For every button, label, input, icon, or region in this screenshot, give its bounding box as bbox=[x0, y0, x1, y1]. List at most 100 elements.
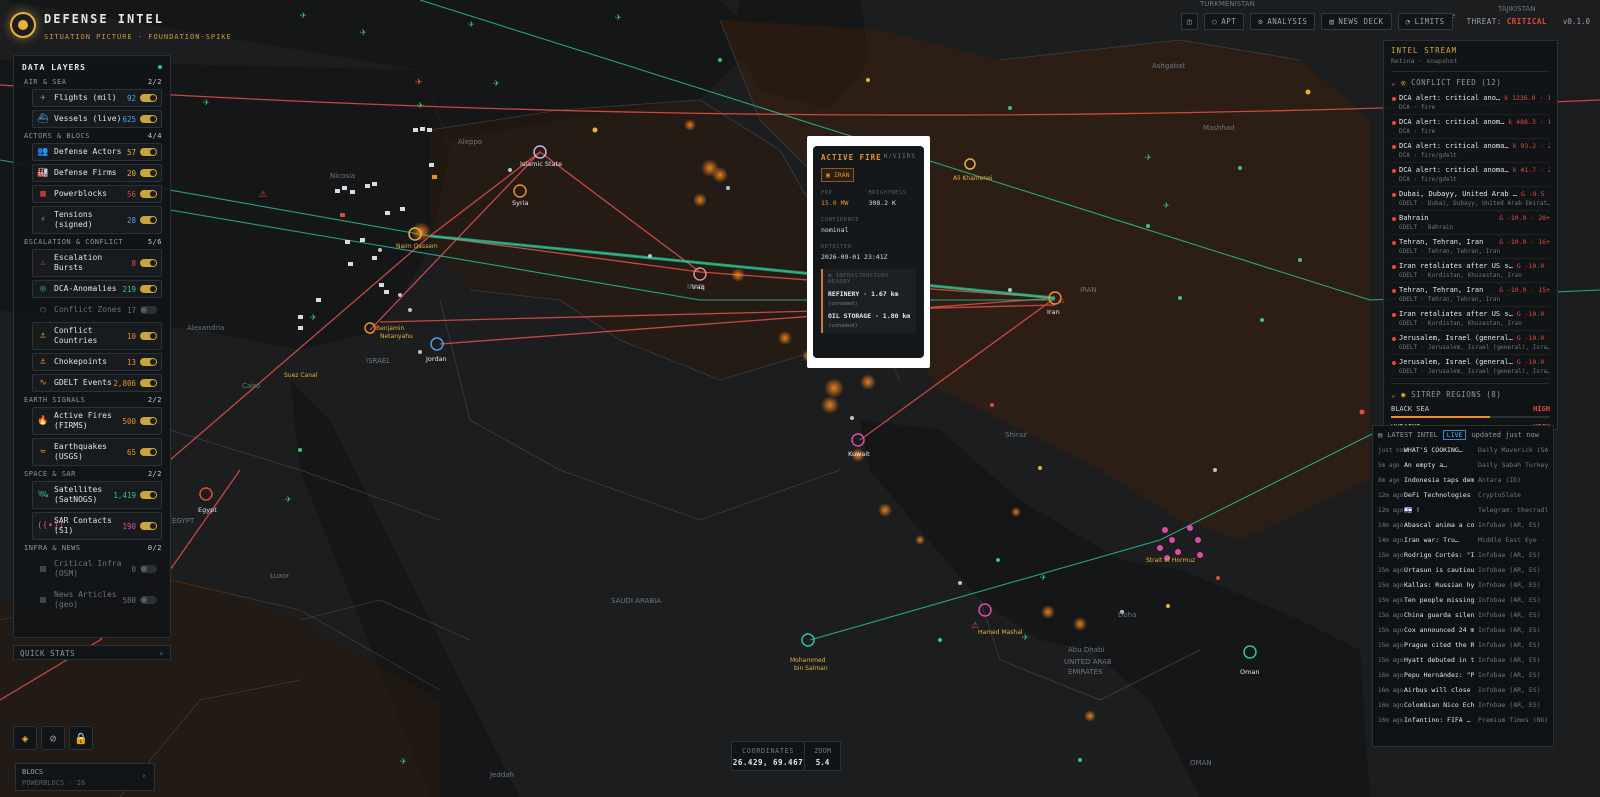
layer-item[interactable]: ◎ DCA-Anomalies 219 bbox=[32, 280, 162, 298]
news-item[interactable]: 15m ago Hyatt debuted in t… Infobae (AR, E… bbox=[1378, 653, 1548, 668]
layer-group-header[interactable]: EARTH SIGNALS 2/2 bbox=[24, 396, 162, 404]
layer-toggle[interactable] bbox=[140, 259, 157, 267]
apt-button[interactable]: ○ APT bbox=[1204, 13, 1245, 30]
news-item[interactable]: 16m ago Infantino: FIFA … Premium Times (N… bbox=[1378, 713, 1548, 728]
news-item[interactable]: 15m ago Rodrigo Cortés: "I… Infobae (AR, E… bbox=[1378, 548, 1548, 563]
map-canvas[interactable]: ✈✈✈✈✈✈✈✈✈✈✈✈✈✈ ✈⚠⚠⚠ IRANIRAQSAUDI ARABIA… bbox=[0, 0, 1600, 797]
layer-item[interactable]: ▤ News Articles (geo) 580 bbox=[32, 586, 162, 614]
layer-item[interactable]: 🛰 Satellites (SatNOGS) 1,419 bbox=[32, 481, 162, 509]
layer-item[interactable]: ≈ Earthquakes (USGS) 65 bbox=[32, 438, 162, 466]
layers-toggle-button[interactable]: ◈ bbox=[13, 726, 37, 750]
sitrep-level: HIGH bbox=[1533, 405, 1550, 413]
news-item[interactable]: 12m ago🇮🇱 ! Telegram: thecradlemedia · EA… bbox=[1378, 503, 1548, 518]
layer-toggle[interactable] bbox=[140, 565, 157, 573]
news-item[interactable]: 15m ago Cox announced 24 m… Infobae (AR, E… bbox=[1378, 623, 1548, 638]
news-item[interactable]: 14m agoIran war: Tru… Middle East Eye · I… bbox=[1378, 533, 1548, 548]
feed-item[interactable]: DCA alert: critical anoma…k 41.7 · 2 sig… bbox=[1391, 163, 1550, 187]
layer-group-header[interactable]: AIR & SEA 2/2 bbox=[24, 78, 162, 86]
layer-group-header[interactable]: ACTORS & BLOCS 4/4 bbox=[24, 132, 162, 140]
layer-toggle[interactable] bbox=[140, 417, 157, 425]
layer-toggle[interactable] bbox=[140, 216, 157, 224]
layer-toggle[interactable] bbox=[140, 332, 157, 340]
layer-group-header[interactable]: INFRA & NEWS 0/2 bbox=[24, 544, 162, 552]
news-item[interactable]: 15m ago China guarda silen… Infobae (AR, E… bbox=[1378, 608, 1548, 623]
lock-button[interactable]: 🔒 bbox=[69, 726, 93, 750]
layer-item[interactable]: ✈ Flights (mil) 92 bbox=[32, 89, 162, 107]
feed-item[interactable]: Jerusalem, Israel (general…G -10.0 · 11+… bbox=[1391, 355, 1550, 379]
feed-item[interactable]: Iran retaliates after US s…G -10.0 · 15+… bbox=[1391, 259, 1550, 283]
layer-toggle[interactable] bbox=[140, 358, 157, 366]
svg-text:Jeddah: Jeddah bbox=[489, 771, 514, 779]
layer-group-header[interactable]: ESCALATION & CONFLICT 5/6 bbox=[24, 238, 162, 246]
conflict-feed-header[interactable]: ⌄ ◎ CONFLICT FEED (12) bbox=[1391, 71, 1550, 91]
feed-item[interactable]: Tehran, Tehran, Iran G -10.0 · 15+ GDELT ·… bbox=[1391, 283, 1550, 307]
layer-toggle[interactable] bbox=[140, 169, 157, 177]
feed-item[interactable]: Iran retaliates after US s…G -10.0 · 12+… bbox=[1391, 307, 1550, 331]
layer-icon: 🏭 bbox=[37, 168, 49, 178]
analysis-button[interactable]: ⚙ ANALYSIS bbox=[1250, 13, 1316, 30]
layer-toggle[interactable] bbox=[140, 379, 157, 387]
news-item[interactable]: 16m ago Airbus will close … Infobae (AR, E… bbox=[1378, 683, 1548, 698]
news-item[interactable]: 15m ago Kallas: Russian hy… Infobae (AR, E… bbox=[1378, 578, 1548, 593]
news-item[interactable]: 15m ago Ten people missing… Infobae (AR, E… bbox=[1378, 593, 1548, 608]
news-deck-button[interactable]: ▤ NEWS DECK bbox=[1321, 13, 1392, 30]
layer-toggle[interactable] bbox=[140, 148, 157, 156]
compass-button[interactable]: ⊘ bbox=[41, 726, 65, 750]
lock-icon: 🔒 bbox=[74, 731, 88, 745]
svg-text:EGYPT: EGYPT bbox=[172, 517, 195, 525]
confidence-value: nominal bbox=[821, 226, 849, 234]
news-item[interactable]: 5m ago An empty a… Daily Sabah Turkey · SY… bbox=[1378, 458, 1548, 473]
layer-toggle[interactable] bbox=[140, 596, 157, 604]
layer-toggle[interactable] bbox=[140, 522, 157, 530]
layer-item[interactable]: ○ Conflict Zones 17 bbox=[32, 301, 162, 319]
layer-item[interactable]: ⚡ Tensions (signed) 28 bbox=[32, 206, 162, 234]
sitrep-item[interactable]: BLACK SEA HIGH bbox=[1391, 403, 1550, 418]
layer-toggle[interactable] bbox=[140, 190, 157, 198]
layer-name: Active Fires (FIRMS) bbox=[54, 411, 112, 430]
layer-item[interactable]: 👥 Defense Actors 57 bbox=[32, 143, 162, 161]
feed-item[interactable]: DCA alert: critical anom…k 488.3 · 1 sig… bbox=[1391, 115, 1550, 139]
quick-stats-button[interactable]: › QUICK STATS bbox=[13, 645, 171, 660]
news-item[interactable]: 15m ago Prague cited the R… Infobae (AR, E… bbox=[1378, 638, 1548, 653]
coords-label: COORDINATES bbox=[742, 747, 794, 755]
news-item[interactable]: 14m ago Abascal anima a co… Infobae (AR, E… bbox=[1378, 518, 1548, 533]
layer-item[interactable]: ▤ Critical Infra (OSM) 0 bbox=[32, 555, 162, 583]
panel-toggle-button[interactable]: ◫ bbox=[1181, 13, 1199, 30]
news-item[interactable]: 8m ago Indonesia taps demand-d… Antara (ID… bbox=[1378, 473, 1548, 488]
layer-toggle[interactable] bbox=[140, 285, 157, 293]
layer-item[interactable]: ⚠ Escalation Bursts 8 bbox=[32, 249, 162, 277]
layer-name: Conflict Zones bbox=[54, 305, 122, 314]
layer-group-header[interactable]: SPACE & SAR 2/2 bbox=[24, 470, 162, 478]
layer-item[interactable]: ⚓ Chokepoints 13 bbox=[32, 353, 162, 371]
layer-item[interactable]: ▦ Powerblocks 56 bbox=[32, 185, 162, 203]
news-item[interactable]: 16m ago Colombian Nico Ech… Infobae (AR, E… bbox=[1378, 698, 1548, 713]
blocs-panel[interactable]: BLOCS POWERBLOCS · 26 › bbox=[15, 763, 155, 791]
layer-item[interactable]: ⛴ Vessels (live) 625 bbox=[32, 110, 162, 128]
feed-item[interactable]: DCA alert: critical anoma…k 93.2 · 2 sig… bbox=[1391, 139, 1550, 163]
news-item[interactable]: just now WHAT'S COOKING… Daily Maverick (S… bbox=[1378, 443, 1548, 458]
layer-item[interactable]: 🔥 Active Fires (FIRMS) 500 bbox=[32, 407, 162, 435]
layer-toggle[interactable] bbox=[140, 94, 157, 102]
layer-item[interactable]: ⚓ Conflict Countries 10 bbox=[32, 322, 162, 350]
layer-item[interactable]: 🏭 Defense Firms 20 bbox=[32, 164, 162, 182]
feed-item-title: DCA alert: critical anoma… bbox=[1399, 166, 1509, 174]
news-item[interactable]: 15m ago Urtasun is cautiou… Infobae (AR, E… bbox=[1378, 563, 1548, 578]
limits-button[interactable]: ◔ LIMITS bbox=[1397, 13, 1453, 30]
layer-toggle[interactable] bbox=[140, 491, 157, 499]
layer-count: 10 bbox=[126, 331, 136, 341]
feed-item[interactable]: Dubai, Dubayy, United Arab …G -9.5 · 50+… bbox=[1391, 187, 1550, 211]
layer-toggle[interactable] bbox=[140, 306, 157, 314]
feed-item[interactable]: DCA alert: critical ano…k 1236.0 · 1 sig… bbox=[1391, 91, 1550, 115]
news-item[interactable]: 12m agoDeFi Technologies misse… CryptoSla… bbox=[1378, 488, 1548, 503]
layer-item[interactable]: ∿ GDELT Events 2,806 bbox=[32, 374, 162, 392]
layer-toggle[interactable] bbox=[140, 448, 157, 456]
layer-item[interactable]: ((•)) SAR Contacts (S1) 190 bbox=[32, 512, 162, 540]
news-item[interactable]: 16m ago Pepu Hernández: "P… Infobae (AR, E… bbox=[1378, 668, 1548, 683]
feed-item[interactable]: Tehran, Tehran, Iran G -10.0 · 16+ GDELT ·… bbox=[1391, 235, 1550, 259]
svg-text:EMIRATES: EMIRATES bbox=[1068, 668, 1103, 676]
sitrep-header[interactable]: ⌄ ◉ SITREP REGIONS (8) bbox=[1391, 383, 1550, 403]
analysis-label: ANALYSIS bbox=[1267, 17, 1308, 26]
feed-item[interactable]: Jerusalem, Israel (general…G -10.0 · 11+… bbox=[1391, 331, 1550, 355]
layer-toggle[interactable] bbox=[140, 115, 157, 123]
feed-item[interactable]: Bahrain G -10.0 · 20+ GDELT · Bahrain bbox=[1391, 211, 1550, 235]
